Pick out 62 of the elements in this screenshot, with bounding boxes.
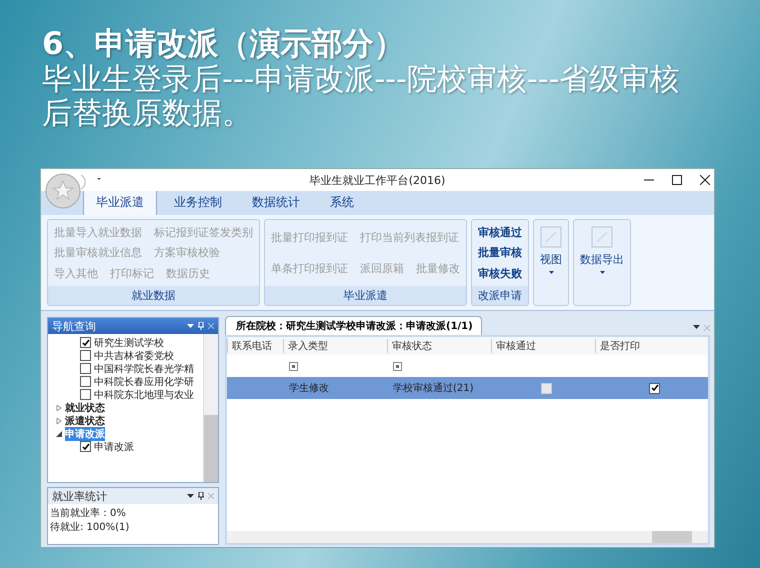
- tree-item[interactable]: 中共吉林省委党校: [94, 348, 174, 362]
- checkbox[interactable]: [80, 389, 91, 400]
- table-row[interactable]: 学生修改 学校审核通过(21): [227, 377, 708, 399]
- column-header[interactable]: 审核通过: [491, 339, 595, 353]
- panel-title: 导航查询: [52, 318, 96, 334]
- caret-icon[interactable]: [548, 271, 554, 274]
- group-label: 毕业派遣: [265, 286, 466, 305]
- checkbox[interactable]: [649, 382, 660, 394]
- table-cell-text: 学生修改: [289, 382, 329, 395]
- scrollbar[interactable]: [203, 334, 218, 482]
- ribbon-tab[interactable]: 毕业派遣: [83, 189, 157, 215]
- collapsed-arrow-icon[interactable]: [56, 404, 62, 410]
- column-header[interactable]: 是否打印: [595, 339, 708, 353]
- tree-item[interactable]: 中国科学院长春光学精: [94, 362, 194, 376]
- dropdown-icon[interactable]: [187, 494, 194, 498]
- tree-item[interactable]: 中科院长春应用化学研: [94, 374, 194, 388]
- image-icon: [591, 226, 613, 248]
- ribbon-button[interactable]: 批量审核: [478, 245, 522, 260]
- group-label: 就业数据: [48, 286, 259, 305]
- column-header[interactable]: 审核状态: [387, 339, 491, 353]
- document-tab[interactable]: 所在院校：研究生测试学校申请改派：申请改派(1/1): [225, 316, 482, 335]
- dropdown-icon[interactable]: [187, 324, 194, 328]
- tree-item[interactable]: 就业状态: [65, 400, 105, 414]
- ribbon-button[interactable]: 审核失败: [478, 266, 522, 282]
- image-icon: [540, 226, 562, 248]
- checkbox[interactable]: [80, 350, 91, 361]
- window-title: 毕业生就业工作平台(2016): [310, 172, 446, 188]
- dropdown-icon[interactable]: [693, 325, 700, 329]
- close-icon[interactable]: [700, 175, 710, 185]
- tree-item[interactable]: 研究生测试学校: [94, 336, 164, 350]
- checkbox[interactable]: [80, 441, 91, 452]
- column-header[interactable]: 录入类型: [283, 339, 387, 353]
- column-header[interactable]: 联系电话: [227, 339, 283, 353]
- collapsed-arrow-icon[interactable]: [56, 418, 62, 424]
- caret-icon[interactable]: [600, 271, 604, 274]
- table-cell-text: 学校审核通过(21): [393, 382, 474, 395]
- checkbox[interactable]: [80, 376, 91, 387]
- statistic-text: 当前就业率：0%: [49, 506, 127, 520]
- slide-subtitle: 毕业生登录后---申请改派---院校审核---省级审核: [42, 64, 680, 96]
- filter-icon[interactable]: [393, 362, 402, 370]
- expanded-arrow-icon[interactable]: [56, 430, 62, 436]
- tree-item[interactable]: 申请改派: [94, 440, 134, 454]
- tree-item[interactable]: 派遣状态: [65, 414, 105, 428]
- ribbon-button[interactable]: 视图: [540, 252, 562, 267]
- pin-icon[interactable]: [198, 492, 204, 500]
- group-label: 改派申请: [472, 286, 528, 305]
- ribbon-tab[interactable]: 数据统计: [239, 189, 313, 215]
- ribbon-button[interactable]: 审核通过: [478, 224, 522, 240]
- tree-item[interactable]: 中科院东北地理与农业: [94, 388, 194, 402]
- ribbon-tab[interactable]: 业务控制: [161, 189, 235, 215]
- checkbox[interactable]: [80, 363, 91, 374]
- filter-icon[interactable]: [289, 362, 298, 370]
- panel-title: 就业率统计: [52, 488, 107, 504]
- slide-subtitle: 后替换原数据。: [42, 98, 253, 130]
- tree-item[interactable]: 申请改派: [65, 426, 105, 440]
- maximize-icon[interactable]: [672, 175, 682, 185]
- checkbox[interactable]: [80, 337, 91, 348]
- slide-title: 6、申请改派（演示部分）: [42, 26, 406, 62]
- ribbon-tab[interactable]: 系统: [317, 189, 367, 215]
- scrollbar[interactable]: [227, 531, 708, 543]
- statistic-text: 待就业: 100%(1): [49, 520, 130, 534]
- ribbon-button[interactable]: 数据导出: [580, 252, 624, 267]
